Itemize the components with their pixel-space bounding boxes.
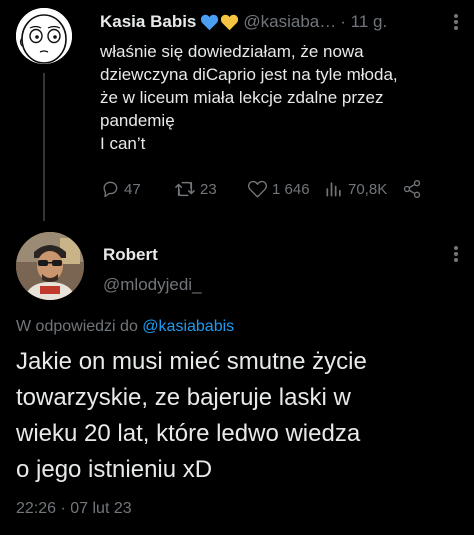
avatar[interactable]: [16, 232, 84, 300]
share-icon: [403, 180, 421, 198]
reply-button[interactable]: 47: [100, 177, 141, 201]
tweet-text-line: właśnie się dowiedziałam, że nowa: [100, 42, 364, 61]
views-count: 70,8K: [348, 180, 388, 198]
reply-text-line: towarzyskie, ze bajeruje laski w: [16, 384, 351, 411]
doodle-face-avatar-icon: [16, 8, 72, 64]
reply-text: Jakie on musi mieć smutne życie towarzys…: [16, 344, 466, 488]
tweet-actions: 47 23 1 646 70,8K: [100, 177, 460, 201]
reply-icon: [103, 181, 118, 198]
blue-heart-icon: [201, 14, 219, 30]
retweet-icon: [175, 181, 195, 197]
tweet-text-line: I can’t: [100, 134, 146, 153]
author-handle[interactable]: @kasiaba…: [243, 12, 336, 32]
reply-text-line: Jakie on musi mieć smutne życie: [16, 348, 367, 375]
views-button[interactable]: 70,8K: [324, 177, 387, 201]
tweet-text-line: że w liceum miała lekcje zdalne przez: [100, 88, 384, 107]
author-name[interactable]: Kasia Babis: [100, 12, 196, 32]
tweet-text-line: dziewczyna diCaprio jest na tyle młoda,: [100, 65, 398, 84]
more-options-icon[interactable]: [446, 10, 466, 34]
reply-count: 47: [124, 180, 141, 198]
like-count: 1 646: [272, 180, 310, 198]
tweet-text-line: pandemię: [100, 111, 175, 130]
author-name[interactable]: Robert: [103, 245, 158, 265]
avatar[interactable]: [16, 8, 72, 64]
reply-text-line: wieku 20 lat, które ledwo wiedza: [16, 420, 361, 447]
share-button[interactable]: [402, 177, 422, 201]
retweet-button[interactable]: 23: [174, 177, 217, 201]
original-tweet[interactable]: Kasia Babis @kasiaba… · 11 g. właśnie si…: [0, 0, 474, 222]
reply-timestamp[interactable]: 22:26 · 07 lut 23: [16, 500, 132, 518]
tweet-text: właśnie się dowiedziałam, że nowa dziewc…: [100, 40, 460, 155]
reply-text-line: o jego istnieniu xD: [16, 456, 213, 483]
tweet-header: Kasia Babis @kasiaba… · 11 g.: [100, 12, 387, 32]
replying-prefix: W odpowiedzi do: [16, 318, 138, 335]
tweet-time[interactable]: · 11 g.: [340, 12, 387, 32]
heart-outline-icon: [248, 180, 267, 198]
person-photo-avatar-icon: [16, 232, 84, 300]
like-button[interactable]: 1 646: [247, 177, 310, 201]
retweet-count: 23: [200, 180, 217, 198]
hearts-emoji: [200, 14, 239, 31]
views-chart-icon: [326, 182, 341, 197]
yellow-heart-icon: [221, 14, 239, 30]
replying-to: W odpowiedzi do @kasiababis: [16, 318, 234, 336]
replying-to-link[interactable]: @kasiababis: [142, 318, 234, 335]
more-options-icon[interactable]: [446, 242, 466, 282]
thread-line: [43, 73, 45, 221]
author-handle[interactable]: @mlodyjedi_: [103, 275, 202, 295]
reply-tweet-header: Robert @mlodyjedi_: [0, 222, 474, 312]
